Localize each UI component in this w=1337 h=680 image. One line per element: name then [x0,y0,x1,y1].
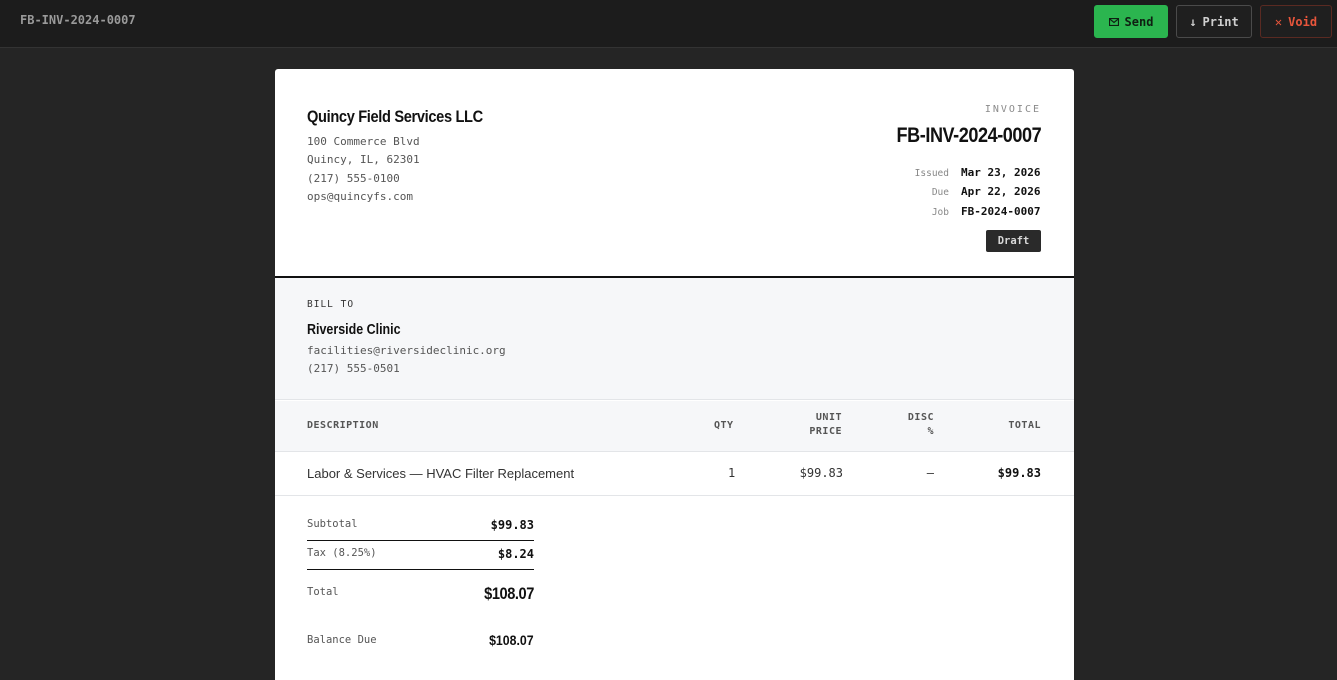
bill-to-label: BILL TO [307,299,355,310]
table-row: Labor & Services — HVAC Filter Replaceme… [275,452,1074,496]
company-name: Quincy Field Services LLC [307,107,483,126]
job-number: FB-2024-0007 [961,205,1041,218]
print-label: Print [1202,14,1239,29]
row-discount: — [926,466,934,480]
send-label: Send [1124,14,1154,29]
company-email: ops@quincyfs.com [307,190,413,203]
invoice-number: FB-INV-2024-0007 [896,124,1041,147]
invoice-id-title: FB-INV-2024-0007 [20,13,136,27]
client-email: facilities@riversideclinic.org [307,344,506,357]
client-phone: (217) 555-0501 [307,362,400,375]
close-icon: ✕ [1274,14,1283,29]
status-badge: Draft [986,230,1041,252]
download-arrow-icon: ↓ [1189,14,1197,29]
subtotal-divider [307,540,534,541]
row-description: Labor & Services — HVAC Filter Replaceme… [307,466,575,481]
send-button[interactable]: Send [1094,5,1168,38]
issued-label: Issued [914,168,949,179]
job-row: Job FB-2024-0007 [899,205,1041,218]
invoice-document: Quincy Field Services LLC 100 Commerce B… [275,69,1074,680]
subtotal-value: $99.83 [490,518,534,532]
balance-label: Balance Due [307,634,377,646]
tax-label: Tax (8.25%) [307,547,377,559]
due-date: Apr 22, 2026 [961,185,1041,198]
void-label: Void [1288,14,1318,29]
tax-divider [307,569,534,570]
void-button[interactable]: ✕ Void [1260,5,1332,38]
col-disc-line2: % [927,426,934,437]
company-address-line1: 100 Commerce Blvd [307,135,420,148]
row-total: $99.83 [997,466,1041,480]
issued-row: Issued Mar 23, 2026 [899,166,1041,179]
subtotal-label: Subtotal [307,518,358,530]
col-unit-price-line2: PRICE [809,426,842,437]
col-disc-line1: DISC [907,412,934,423]
issued-date: Mar 23, 2026 [961,166,1041,179]
job-label: Job [931,207,949,218]
col-unit-price: UNIT PRICE [809,411,842,439]
line-items-header: DESCRIPTION QTY UNIT PRICE DISC % TOTAL [275,401,1074,452]
col-qty: QTY [714,420,734,431]
due-row: Due Apr 22, 2026 [899,185,1041,198]
row-qty: 1 [728,466,736,480]
tax-value: $8.24 [497,547,534,561]
col-disc: DISC % [908,411,934,439]
col-total: TOTAL [1008,420,1041,431]
top-bar: FB-INV-2024-0007 Send ↓ Print ✕ Void [0,0,1337,48]
bill-to-section: BILL TO Riverside Clinic facilities@rive… [275,278,1074,400]
balance-value: $108.07 [489,632,534,648]
total-label: Total [307,586,339,598]
company-address-line2: Quincy, IL, 62301 [307,153,420,166]
total-value: $108.07 [484,584,534,603]
invoice-label: INVOICE [984,104,1041,115]
row-unit-price: $99.83 [799,466,843,480]
mail-icon [1108,17,1119,26]
print-button[interactable]: ↓ Print [1176,5,1252,38]
col-unit-price-line1: UNIT [815,412,842,423]
client-name: Riverside Clinic [307,322,401,338]
col-description: DESCRIPTION [307,420,379,431]
company-phone: (217) 555-0100 [307,172,400,185]
due-label: Due [931,187,949,198]
